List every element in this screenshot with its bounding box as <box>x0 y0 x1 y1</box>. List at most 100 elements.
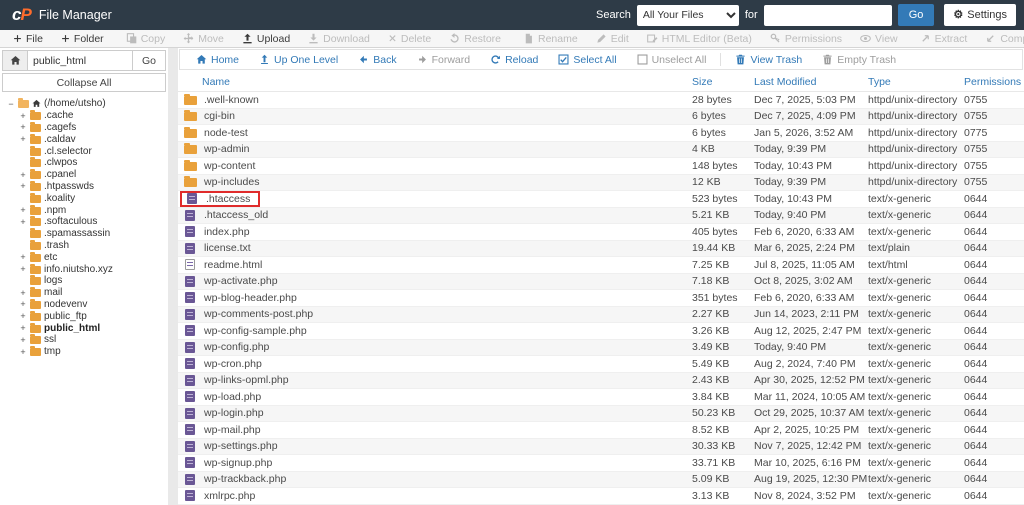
tree-item-nodevenv[interactable]: + nodevenv <box>7 298 166 311</box>
file-name-cell[interactable]: license.txt <box>178 242 692 254</box>
file-row-wp-mail-php[interactable]: wp-mail.php 8.52 KB Apr 2, 2025, 10:25 PM t… <box>178 422 1024 439</box>
tree-item-cpanel[interactable]: + .cpanel <box>7 169 166 181</box>
file-row-license-txt[interactable]: license.txt 19.44 KB Mar 6, 2025, 2:24 PM t… <box>178 240 1024 257</box>
file-name-cell[interactable]: cgi-bin <box>178 110 692 122</box>
tree-item-tmp[interactable]: + tmp <box>7 346 166 358</box>
file-row-wp-content[interactable]: wp-content 148 bytes Today, 10:43 PM httpd/… <box>178 158 1024 175</box>
nav-view-trash-button[interactable]: View Trash <box>725 54 812 66</box>
expand-icon[interactable]: + <box>19 170 27 180</box>
file-name-cell[interactable]: wp-blog-header.php <box>178 292 692 304</box>
search-scope-select[interactable]: All Your Files <box>636 4 739 26</box>
expand-icon[interactable]: + <box>19 288 27 298</box>
file-row-htaccess[interactable]: .htaccess 523 bytes Today, 10:43 PM text/x-… <box>178 190 1024 208</box>
path-go-button[interactable]: Go <box>133 50 166 71</box>
column-header-size[interactable]: Size <box>692 76 754 88</box>
file-row-wp-load-php[interactable]: wp-load.php 3.84 KB Mar 11, 2024, 10:05 AM… <box>178 389 1024 406</box>
expand-icon[interactable]: + <box>19 134 27 144</box>
tree-item-public-ftp[interactable]: + public_ftp <box>7 310 166 322</box>
expand-icon[interactable]: + <box>19 335 27 345</box>
file-row-node-test[interactable]: node-test 6 bytes Jan 5, 2026, 3:52 AM http… <box>178 125 1024 142</box>
file-name-cell[interactable]: wp-activate.php <box>178 275 692 287</box>
tree-item-cache[interactable]: + .cache <box>7 110 166 122</box>
path-input[interactable] <box>28 50 133 71</box>
collapse-expander-icon[interactable]: − <box>7 99 15 109</box>
nav-select-all-button[interactable]: Select All <box>548 54 626 66</box>
nav-up-one-level-button[interactable]: Up One Level <box>249 54 348 66</box>
collapse-all-button[interactable]: Collapse All <box>2 73 166 92</box>
expand-icon[interactable]: + <box>19 122 27 132</box>
expand-icon[interactable]: + <box>19 323 27 333</box>
file-row-wp-cron-php[interactable]: wp-cron.php 5.49 KB Aug 2, 2024, 7:40 PM te… <box>178 356 1024 373</box>
nav-home-button[interactable]: Home <box>186 54 249 66</box>
file-name-cell[interactable]: wp-includes <box>178 176 692 188</box>
file-row-wp-comments-post-php[interactable]: wp-comments-post.php 2.27 KB Jun 14, 2023,… <box>178 306 1024 323</box>
file-name-cell[interactable]: wp-config.php <box>178 341 692 353</box>
file-row-htaccess-old[interactable]: .htaccess_old 5.21 KB Today, 9:40 PM text/x… <box>178 207 1024 224</box>
file-row-wp-config-sample-php[interactable]: wp-config-sample.php 3.26 KB Aug 12, 2025,… <box>178 323 1024 340</box>
expand-icon[interactable]: + <box>19 205 27 215</box>
file-row-wp-activate-php[interactable]: wp-activate.php 7.18 KB Oct 8, 2025, 3:02 … <box>178 273 1024 290</box>
column-header-permissions[interactable]: Permissions <box>964 76 1024 88</box>
tree-item-softaculous[interactable]: + .softaculous <box>7 216 166 228</box>
file-name-cell[interactable]: node-test <box>178 126 692 139</box>
file-name-cell[interactable]: wp-content <box>178 159 692 172</box>
file-name-cell[interactable]: wp-mail.php <box>178 424 692 436</box>
search-go-button[interactable]: Go <box>897 4 935 26</box>
file-row-readme-html[interactable]: readme.html 7.25 KB Jul 8, 2025, 11:05 AM t… <box>178 257 1024 274</box>
column-header-name[interactable]: Name <box>178 76 692 88</box>
file-row-wp-includes[interactable]: wp-includes 12 KB Today, 9:39 PM httpd/unix… <box>178 174 1024 191</box>
tree-item-etc[interactable]: + etc <box>7 251 166 263</box>
tree-item-cl-selector[interactable]: .cl.selector <box>7 145 166 157</box>
file-row-index-php[interactable]: index.php 405 bytes Feb 6, 2020, 6:33 AM te… <box>178 224 1024 241</box>
file-name-cell[interactable]: wp-load.php <box>178 391 692 403</box>
file-name-cell[interactable]: wp-signup.php <box>178 457 692 469</box>
file-name-cell[interactable]: readme.html <box>178 259 692 271</box>
file-name-cell[interactable]: .htaccess_old <box>178 209 692 221</box>
column-header-last-modified[interactable]: Last Modified <box>754 76 868 88</box>
expand-icon[interactable]: + <box>19 264 27 274</box>
file-row-wp-config-php[interactable]: wp-config.php 3.49 KB Today, 9:40 PM text/x… <box>178 339 1024 356</box>
file-row-xmlrpc-php[interactable]: xmlrpc.php 3.13 KB Nov 8, 2024, 3:52 PM tex… <box>178 488 1024 505</box>
file-name-cell[interactable]: .htaccess <box>178 190 692 207</box>
nav-reload-button[interactable]: Reload <box>480 54 548 66</box>
file-name-cell[interactable]: .well-known <box>178 93 692 106</box>
tree-item-logs[interactable]: logs <box>7 275 166 287</box>
tree-root[interactable]: − (/home/utsho) <box>7 98 166 110</box>
file-name-cell[interactable]: wp-admin <box>178 143 692 155</box>
nav-back-button[interactable]: Back <box>348 54 406 66</box>
expand-icon[interactable]: + <box>19 311 27 321</box>
file-name-cell[interactable]: wp-config-sample.php <box>178 325 692 337</box>
file-row-well-known[interactable]: .well-known 28 bytes Dec 7, 2025, 5:03 PM h… <box>178 92 1024 109</box>
tree-item-koality[interactable]: .koality <box>7 192 166 204</box>
tree-item-clwpos[interactable]: .clwpos <box>7 157 166 169</box>
expand-icon[interactable]: + <box>19 111 27 121</box>
file-name-cell[interactable]: wp-login.php <box>178 407 692 419</box>
toolbar-folder-button[interactable]: Folder <box>52 30 113 47</box>
tree-item-trash[interactable]: .trash <box>7 239 166 252</box>
file-row-wp-login-php[interactable]: wp-login.php 50.23 KB Oct 29, 2025, 10:37 … <box>178 405 1024 422</box>
file-name-cell[interactable]: index.php <box>178 226 692 238</box>
tree-item-spamassassin[interactable]: .spamassassin <box>7 228 166 240</box>
tree-item-public-html[interactable]: + public_html <box>7 322 166 334</box>
settings-button[interactable]: ⚙ Settings <box>944 4 1016 26</box>
expand-icon[interactable]: + <box>19 217 27 227</box>
search-input[interactable] <box>763 4 892 26</box>
toolbar-upload-button[interactable]: Upload <box>233 30 299 47</box>
expand-icon[interactable]: + <box>19 181 27 191</box>
file-name-cell[interactable]: xmlrpc.php <box>178 490 692 502</box>
tree-item-mail[interactable]: + mail <box>7 287 166 299</box>
file-row-wp-admin[interactable]: wp-admin 4 KB Today, 9:39 PM httpd/unix-dir… <box>178 141 1024 158</box>
file-row-cgi-bin[interactable]: cgi-bin 6 bytes Dec 7, 2025, 4:09 PM httpd/… <box>178 108 1024 125</box>
file-name-cell[interactable]: wp-trackback.php <box>178 473 692 485</box>
file-row-wp-settings-php[interactable]: wp-settings.php 30.33 KB Nov 7, 2025, 12:4… <box>178 438 1024 455</box>
tree-item-htpasswds[interactable]: + .htpasswds <box>7 180 166 193</box>
file-name-cell[interactable]: wp-cron.php <box>178 358 692 370</box>
file-name-cell[interactable]: wp-comments-post.php <box>178 308 692 320</box>
toolbar-file-button[interactable]: File <box>4 30 52 47</box>
file-row-wp-trackback-php[interactable]: wp-trackback.php 5.09 KB Aug 19, 2025, 12:… <box>178 471 1024 488</box>
expand-icon[interactable]: + <box>19 347 27 357</box>
file-row-wp-signup-php[interactable]: wp-signup.php 33.71 KB Mar 10, 2025, 6:16 … <box>178 455 1024 472</box>
tree-item-npm[interactable]: + .npm <box>7 204 166 216</box>
file-row-wp-blog-header-php[interactable]: wp-blog-header.php 351 bytes Feb 6, 2020, … <box>178 290 1024 307</box>
tree-item-cagefs[interactable]: + .cagefs <box>7 121 166 134</box>
